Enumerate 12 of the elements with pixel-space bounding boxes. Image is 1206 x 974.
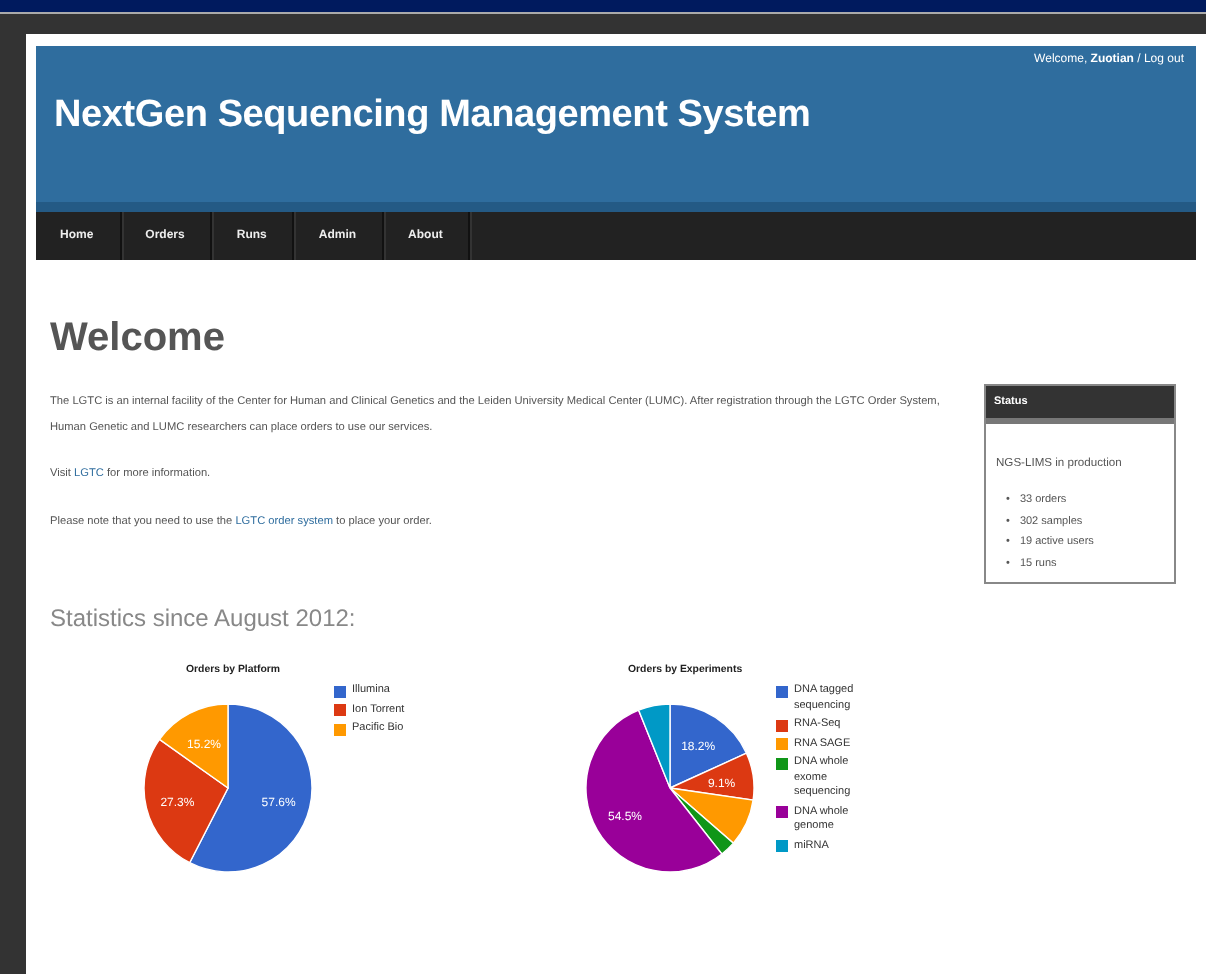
legend-swatch [776,738,788,750]
page-heading: Welcome [50,316,227,362]
legend-swatch [776,840,788,852]
legend-swatch [334,723,346,735]
legend-swatch [776,685,788,697]
site-title: NextGen Sequencing Management System [54,94,813,138]
legend-swatch [776,757,788,769]
legend-swatch [776,719,788,731]
legend-swatch [334,685,346,697]
legend-swatch [334,704,346,716]
legend-swatch [776,806,788,818]
statistics-heading: Statistics since August 2012: [50,604,358,632]
